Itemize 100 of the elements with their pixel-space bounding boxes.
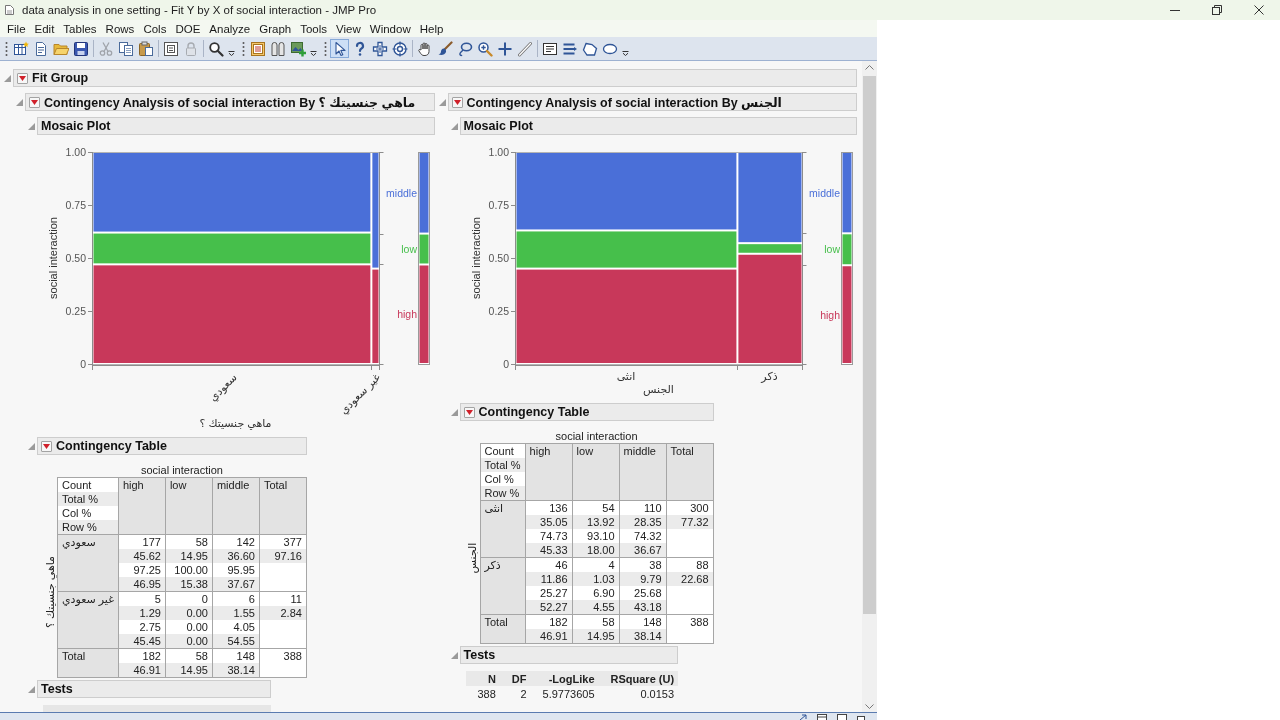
axis-tick-label: 0.75 [488,198,509,211]
table-cell: 4.55 [572,600,619,614]
series-label: middle [808,186,840,199]
target-tool[interactable] [390,39,409,58]
menu-button[interactable] [451,96,463,108]
table-cell: 2 [499,686,531,701]
column-header: middle [212,477,260,535]
axis-tick-label: 0.75 [65,198,86,211]
table-cell-text: 148 [642,615,663,629]
columns-icon [269,40,286,57]
menu-item[interactable]: Analyze [205,20,255,37]
menu-item[interactable]: Cols [139,20,171,37]
table-cell-text: 300 [689,501,710,515]
menu-item[interactable]: Rows [101,20,139,37]
menu-item[interactable]: DOE [171,20,205,37]
column-header: N [465,671,500,686]
menu-item[interactable]: Help [415,20,448,37]
table-cell: 37.67 [212,577,259,591]
category-label: غير سعودي [337,370,383,417]
grip-icon[interactable] [5,40,8,57]
table-cell: 0.0153 [598,686,679,701]
disclosure-triangle-icon[interactable] [450,123,458,130]
window-icon[interactable] [857,714,865,720]
arrow-icon[interactable] [799,714,807,720]
line-tool[interactable] [515,39,534,58]
axis-tick-label: 0 [80,357,86,370]
disclosure-triangle-icon[interactable] [438,99,446,106]
menu-button[interactable] [29,96,40,108]
scroll-down-icon[interactable] [865,704,874,709]
series-label: high [397,308,417,321]
statistic-label: Total % [480,458,525,472]
menu-item[interactable]: Tables [59,20,101,37]
column-header: high [525,443,573,501]
grip-icon[interactable] [242,40,245,57]
brush-tool[interactable] [435,39,454,58]
table-cell: 388 [465,686,500,701]
scrollbar[interactable] [862,61,877,712]
caret-icon [465,409,473,415]
table-cell: 28.35 [619,515,666,529]
section-title: Fit Group [32,71,89,85]
axis-tick-label: 1.00 [488,145,509,158]
statistic-label: Col % [483,472,515,486]
menu-item[interactable]: Graph [255,20,296,37]
column-header: middle [619,443,667,501]
disclosure-triangle-icon[interactable] [450,652,458,659]
menu-item[interactable]: File [3,20,30,37]
menu-item[interactable]: Edit [30,20,59,37]
plus-icon [496,40,513,57]
disclosure-triangle-icon[interactable] [4,75,11,82]
menu-button[interactable] [17,72,28,84]
menu-item[interactable]: View [332,20,365,37]
table-cell: 11.86 [525,572,572,586]
table-icon[interactable] [817,714,827,720]
search-button[interactable] [206,39,225,58]
panel-button[interactable] [161,39,180,58]
menu-button[interactable] [463,406,475,418]
copy-button[interactable] [116,39,135,58]
zoom-tool[interactable] [475,39,494,58]
disclosure-triangle-icon[interactable] [450,409,458,416]
table-cell: 22.68 [666,572,713,586]
line-icon [516,40,533,57]
crosshair-tool[interactable] [370,39,389,58]
row-header: انثى [480,500,526,558]
paste-button[interactable] [136,39,155,58]
menu-button[interactable] [41,440,52,452]
column-variable-label: social interaction [555,430,638,442]
journal-button[interactable] [248,39,267,58]
row-header: ذكر [480,557,526,615]
axis-tick-label: 0 [502,357,509,370]
table-cell-text: 11 [289,592,303,606]
scrollbar-thumb[interactable] [863,76,876,614]
disclosure-triangle-icon[interactable] [28,686,35,693]
columns-button[interactable] [268,39,287,58]
caret-icon [19,75,26,81]
add-image-button[interactable] [288,39,307,58]
disclosure-triangle-icon[interactable] [16,99,23,106]
pointer-tool[interactable] [330,39,349,58]
table-cell-text: 182 [548,615,569,629]
save-icon [72,40,89,57]
axis-title: ماهي جنسيتك ؟ [199,417,272,429]
table-cell-text: 58 [194,535,209,549]
menu-item[interactable]: Tools [296,20,332,37]
save-button[interactable] [71,39,90,58]
table-cell-text: 5 [153,592,162,606]
section-title: Tests [463,648,496,662]
table-cell-text: 25.27 [539,586,569,600]
scroll-up-icon[interactable] [865,65,874,70]
table-cell-text: 388 [282,649,303,663]
caret-icon [31,99,38,105]
axis-title: social interaction [469,217,482,299]
series-label: middle [386,186,417,199]
disclosure-triangle-icon[interactable] [28,123,35,130]
menu-item[interactable]: Window [365,20,415,37]
disclosure-triangle-icon[interactable] [28,443,35,450]
row-header: سعودي [57,534,119,592]
column-variable-label: social interaction [141,464,223,476]
table-cell: 46.91 [118,663,165,677]
caret-icon [453,99,461,105]
grip-icon[interactable] [324,40,327,57]
copy-icon [117,40,134,57]
